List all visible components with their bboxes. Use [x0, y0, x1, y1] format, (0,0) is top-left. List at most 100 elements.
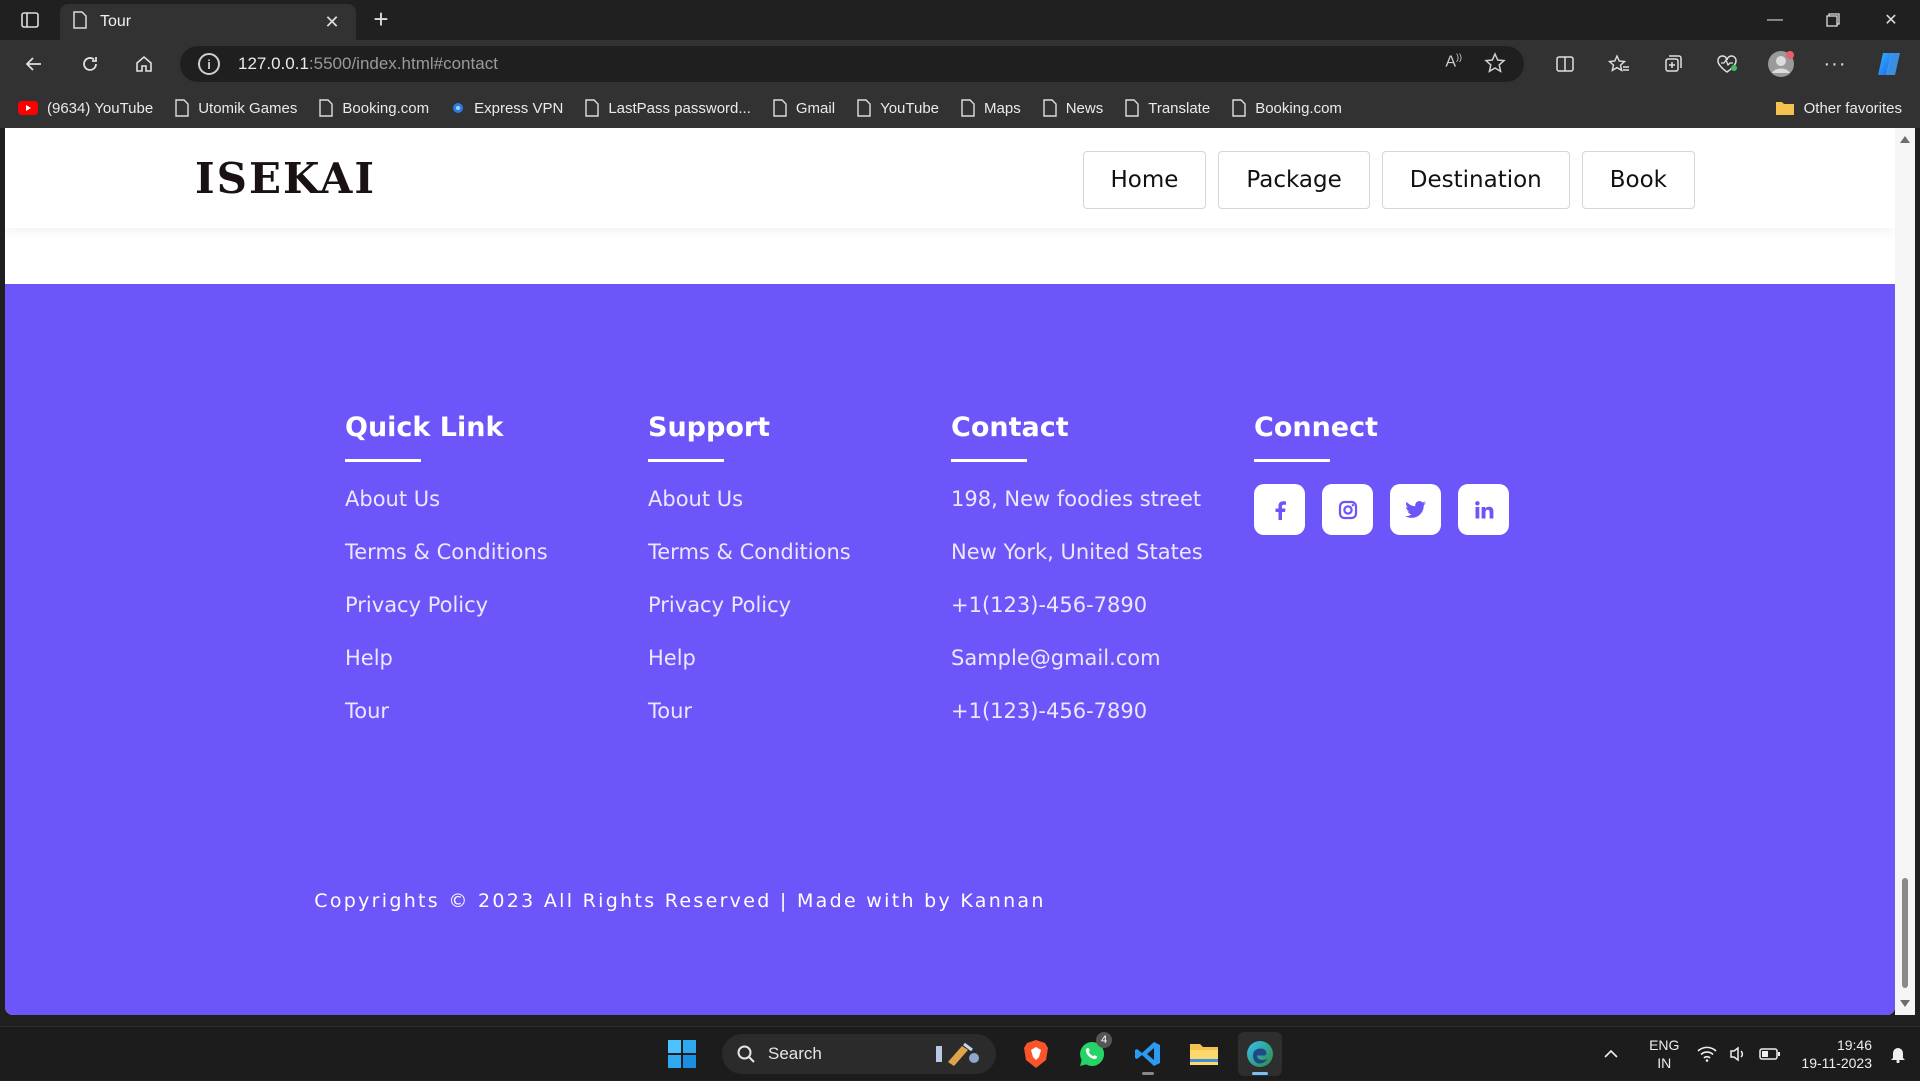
copyright-text: Copyrights © 2023 All Rights Reserved | … — [314, 890, 1046, 912]
taskbar-clock[interactable]: 19:46 19-11-2023 — [1801, 1036, 1872, 1072]
site-footer: Quick Link About Us Terms & Conditions P… — [5, 284, 1895, 1015]
footer-link[interactable]: About Us — [345, 484, 635, 537]
social-links — [1254, 484, 1544, 535]
minimize-button[interactable]: — — [1746, 0, 1804, 40]
facebook-icon[interactable] — [1254, 484, 1305, 535]
whatsapp-icon[interactable]: 4 — [1070, 1032, 1114, 1076]
contact-phone: +1(123)-456-7890 — [951, 593, 1148, 617]
bookmark-item[interactable]: (9634) YouTube — [18, 88, 153, 128]
bookmark-item[interactable]: Maps — [961, 88, 1021, 128]
bookmark-item[interactable]: Gmail — [773, 88, 835, 128]
back-button[interactable] — [16, 48, 52, 80]
file-explorer-icon[interactable] — [1182, 1032, 1226, 1076]
instagram-icon[interactable] — [1322, 484, 1373, 535]
windows-taskbar: Search 4 ENG IN 19:46 19-11-2023 — [0, 1026, 1920, 1080]
footer-link[interactable]: Tour — [345, 696, 635, 749]
scroll-down-arrow-icon[interactable] — [1900, 1000, 1910, 1007]
profile-avatar-icon[interactable] — [1764, 48, 1798, 80]
quick-link-column: Quick Link About Us Terms & Conditions P… — [345, 412, 635, 749]
connect-column: Connect — [1254, 412, 1544, 535]
scroll-up-arrow-icon[interactable] — [1900, 136, 1910, 143]
contact-address-line1: 198, New foodies street — [951, 487, 1202, 511]
split-screen-icon[interactable] — [1548, 48, 1582, 80]
running-indicator — [1142, 1072, 1154, 1075]
site-logo[interactable]: ISEKAI — [195, 154, 376, 203]
nav-destination-link[interactable]: Destination — [1381, 151, 1570, 209]
page-icon — [175, 99, 189, 117]
tab-actions-icon[interactable] — [12, 8, 48, 32]
nav-home-link[interactable]: Home — [1082, 151, 1207, 209]
footer-link[interactable]: About Us — [648, 484, 938, 537]
browser-essentials-icon[interactable] — [1710, 48, 1744, 80]
read-aloud-icon[interactable]: A)) — [1445, 52, 1462, 79]
nav-book-link[interactable]: Book — [1581, 151, 1695, 209]
bookmark-item[interactable]: LastPass password... — [585, 88, 751, 128]
address-bar[interactable]: i 127.0.0.1:5500/index.html#contact A)) — [180, 46, 1524, 82]
page-icon — [585, 99, 600, 117]
close-window-button[interactable]: ✕ — [1862, 0, 1920, 40]
windows-start-icon[interactable] — [660, 1032, 704, 1076]
page-scrollbar[interactable] — [1895, 128, 1915, 1015]
chevron-up-icon[interactable] — [1603, 1049, 1619, 1059]
browser-tab-active[interactable]: Tour ✕ — [60, 4, 356, 40]
home-button[interactable] — [126, 48, 162, 80]
search-icon — [736, 1044, 756, 1064]
notification-bell-icon[interactable] — [1890, 1045, 1906, 1063]
bookmark-item[interactable]: Translate — [1125, 88, 1210, 128]
nav-package-link[interactable]: Package — [1218, 151, 1370, 209]
url-text: 127.0.0.1:5500/index.html#contact — [238, 54, 498, 73]
bookmark-item[interactable]: Utomik Games — [175, 88, 297, 128]
bookmark-item[interactable]: Booking.com — [1232, 88, 1342, 128]
volume-icon[interactable] — [1729, 1046, 1747, 1062]
browser-toolbar: i 127.0.0.1:5500/index.html#contact A)) … — [0, 40, 1920, 88]
battery-icon[interactable] — [1759, 1047, 1781, 1061]
copilot-icon[interactable] — [1872, 48, 1906, 80]
notification-badge: 4 — [1096, 1032, 1112, 1048]
favorites-icon[interactable] — [1602, 48, 1636, 80]
footer-link[interactable]: Privacy Policy — [345, 590, 635, 643]
page-icon — [1043, 99, 1057, 117]
support-title: Support — [648, 412, 771, 443]
reload-button[interactable] — [72, 48, 108, 80]
page-viewport: ISEKAI Home Package Destination Book Qui… — [5, 128, 1895, 1015]
main-nav: Home Package Destination Book — [1082, 151, 1695, 209]
restore-button[interactable] — [1804, 0, 1862, 40]
taskbar-search-box[interactable]: Search — [722, 1034, 996, 1074]
footer-link[interactable]: Help — [345, 643, 635, 696]
bookmark-item[interactable]: YouTube — [857, 88, 939, 128]
bookmark-item[interactable]: Booking.com — [319, 88, 429, 128]
tab-title: Tour — [100, 13, 132, 30]
page-icon — [72, 10, 88, 34]
footer-link[interactable]: Terms & Conditions — [648, 537, 938, 590]
contact-column: Contact 198, New foodies street New York… — [951, 412, 1241, 749]
brave-browser-icon[interactable] — [1014, 1032, 1058, 1076]
edge-browser-icon[interactable] — [1238, 1032, 1282, 1076]
scrollbar-thumb[interactable] — [1902, 878, 1908, 988]
bookmark-item[interactable]: Express VPN — [451, 88, 563, 128]
other-favorites[interactable]: Other favorites — [1775, 88, 1902, 128]
collections-icon[interactable] — [1656, 48, 1690, 80]
footer-link[interactable]: Help — [648, 643, 938, 696]
footer-link[interactable]: Terms & Conditions — [345, 537, 635, 590]
contact-title: Contact — [951, 412, 1069, 443]
footer-link[interactable]: Privacy Policy — [648, 590, 938, 643]
linkedin-icon[interactable] — [1458, 484, 1509, 535]
twitter-icon[interactable] — [1390, 484, 1441, 535]
wifi-icon[interactable] — [1697, 1046, 1717, 1062]
favorite-star-icon[interactable] — [1484, 52, 1506, 79]
vscode-icon[interactable] — [1126, 1032, 1170, 1076]
page-icon — [773, 99, 787, 117]
bookmark-item[interactable]: News — [1043, 88, 1103, 128]
footer-link[interactable]: Tour — [648, 696, 938, 749]
page-icon — [857, 99, 871, 117]
more-menu-icon[interactable]: ··· — [1818, 48, 1852, 80]
page-icon — [319, 99, 334, 117]
new-tab-button[interactable]: + — [366, 6, 396, 34]
contact-phone: +1(123)-456-7890 — [951, 699, 1148, 723]
page-icon — [961, 99, 975, 117]
running-indicator — [1252, 1072, 1268, 1075]
site-info-icon[interactable]: i — [198, 53, 220, 75]
language-indicator[interactable]: ENG IN — [1649, 1036, 1679, 1072]
page-icon — [1232, 99, 1246, 117]
close-tab-icon[interactable]: ✕ — [320, 12, 344, 33]
